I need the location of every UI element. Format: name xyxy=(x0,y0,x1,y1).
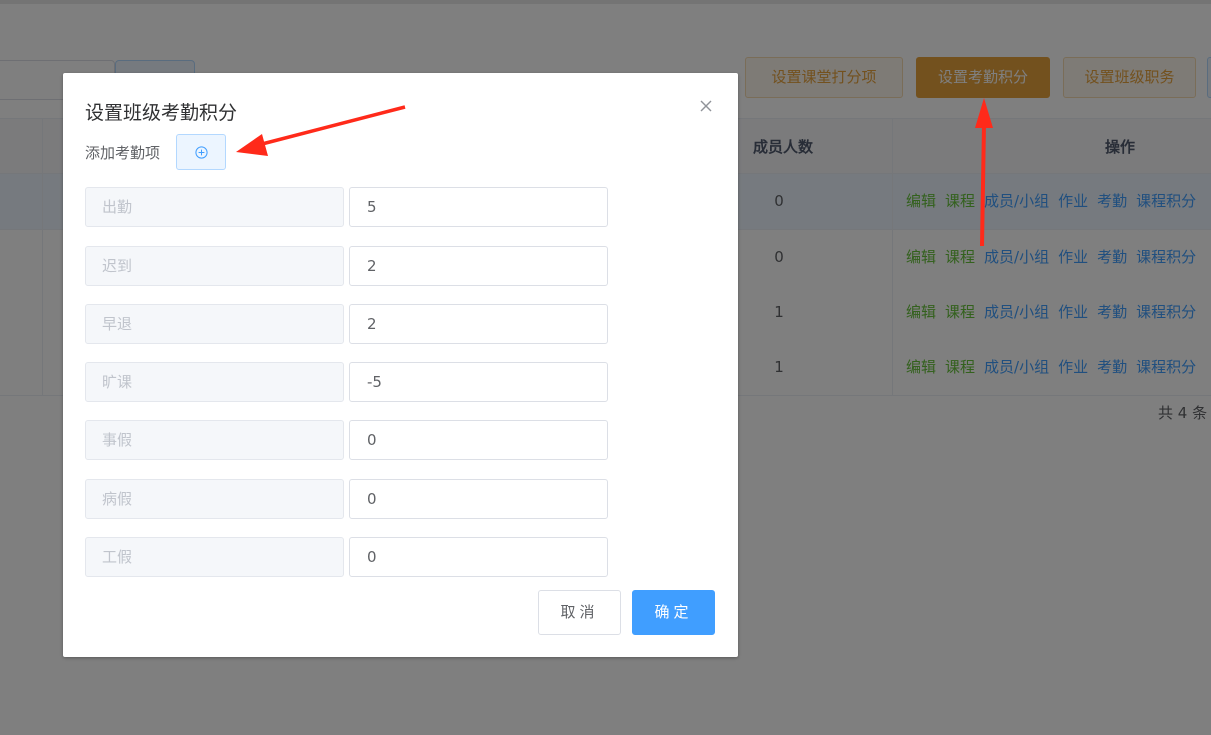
attendance-item-score-input[interactable]: -5 xyxy=(349,362,608,402)
cancel-button[interactable]: 取消 xyxy=(538,590,621,635)
attendance-item-score-input[interactable]: 0 xyxy=(349,479,608,519)
close-icon[interactable] xyxy=(697,97,715,115)
dialog-title: 设置班级考勤积分 xyxy=(85,102,238,124)
attendance-item-score-input[interactable]: 5 xyxy=(349,187,608,227)
attendance-item-name: 事假 xyxy=(85,420,344,460)
attendance-points-dialog: 设置班级考勤积分 添加考勤项 出勤 5 迟到 2 早退 2 旷课 -5 事假 0… xyxy=(63,73,738,657)
attendance-item-name: 迟到 xyxy=(85,246,344,286)
attendance-item-name: 出勤 xyxy=(85,187,344,227)
attendance-item-name: 病假 xyxy=(85,479,344,519)
attendance-item-score-input[interactable]: 2 xyxy=(349,246,608,286)
attendance-item-score-input[interactable]: 0 xyxy=(349,537,608,577)
attendance-item-name: 旷课 xyxy=(85,362,344,402)
attendance-item-name: 早退 xyxy=(85,304,344,344)
add-attendance-item-button[interactable] xyxy=(176,134,226,170)
attendance-item-score-input[interactable]: 0 xyxy=(349,420,608,460)
attendance-item-score-input[interactable]: 2 xyxy=(349,304,608,344)
confirm-button[interactable]: 确定 xyxy=(632,590,715,635)
plus-circle-icon xyxy=(195,146,208,159)
add-attendance-item-label: 添加考勤项 xyxy=(85,144,161,162)
attendance-item-name: 工假 xyxy=(85,537,344,577)
